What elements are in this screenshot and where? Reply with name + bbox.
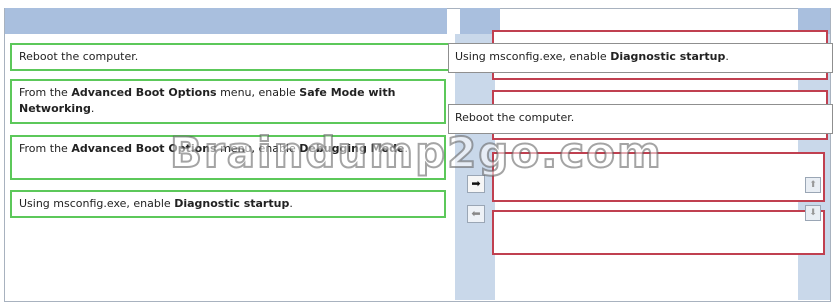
answer-item-diagnostic-startup[interactable]: Using msconfig.exe, enable Diagnostic st…: [448, 43, 833, 73]
watermark: Braindump2go.com: [169, 127, 663, 178]
move-up-button[interactable]: ⬆: [805, 177, 821, 193]
move-left-button[interactable]: ⬅: [467, 205, 485, 223]
arrow-left-icon: ⬅: [471, 207, 481, 220]
arrow-down-icon: ⬇: [809, 208, 817, 218]
source-header-bar: [5, 8, 447, 34]
arrow-right-icon: ➡: [471, 177, 481, 190]
source-item-diagnostic-startup[interactable]: Using msconfig.exe, enable Diagnostic st…: [10, 190, 446, 218]
arrow-up-icon: ⬆: [809, 180, 817, 190]
move-down-button[interactable]: ⬇: [805, 205, 821, 221]
source-item-safe-mode[interactable]: From the Advanced Boot Options menu, ena…: [10, 79, 446, 124]
source-item-reboot[interactable]: Reboot the computer.: [10, 43, 450, 71]
move-right-button[interactable]: ➡: [467, 175, 485, 193]
answer-slot-4[interactable]: [492, 210, 825, 255]
